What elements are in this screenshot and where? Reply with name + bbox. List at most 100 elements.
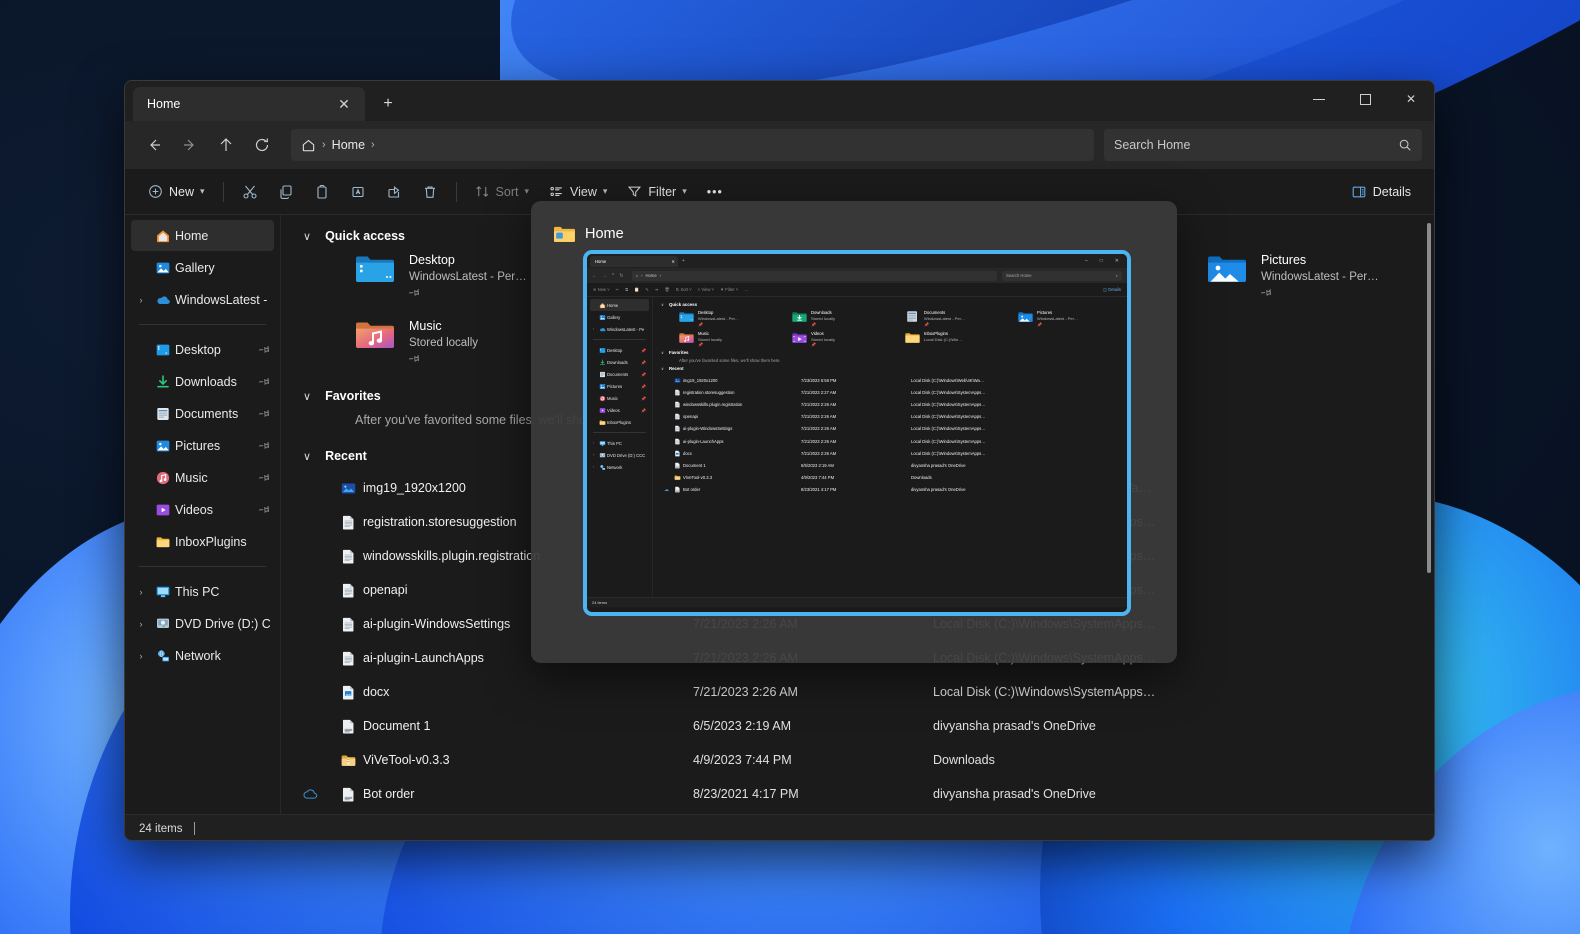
home-icon[interactable] (301, 138, 316, 153)
chevron-right-icon[interactable]: › (131, 587, 151, 597)
sidebar-item-this-pc[interactable]: › This PC (131, 576, 274, 607)
mini-recent-row: openapi 7/21/2023 2:26 AM Local Disk (C:)\… (653, 411, 1127, 423)
mini-sidebar-label: Home (607, 302, 619, 308)
breadcrumb-current[interactable]: Home (332, 138, 365, 152)
pin-icon[interactable] (257, 470, 272, 485)
back-icon[interactable] (137, 129, 171, 161)
mini-expander: › (592, 453, 595, 457)
sidebar-item-downloads[interactable]: Downloads (131, 366, 274, 397)
pin-icon[interactable] (1261, 285, 1274, 300)
up-icon[interactable] (209, 129, 243, 161)
mini-recent-name: ai-plugin-LaunchApps (683, 438, 724, 444)
switcher-thumbnail[interactable]: Home ✕ + – □ ✕ ← → ^ ↻ ⌂ › Home › Search… (583, 250, 1131, 616)
network-icon (151, 648, 175, 664)
mini-recent-date: 7/21/2023 2:27 AM (801, 389, 837, 395)
mini-body: Home Gallery › WindowsLatest - Pe Desktop 📌 Do… (587, 297, 1127, 597)
search-input[interactable]: Search Home (1104, 129, 1422, 161)
sidebar-item-windowslatest-pe[interactable]: › WindowsLatest - Pe (131, 284, 274, 315)
close-button[interactable]: ✕ (1388, 81, 1434, 117)
details-pane-button[interactable]: Details (1342, 176, 1420, 208)
filter-label: Filter (648, 184, 677, 199)
minimize-button[interactable] (1296, 81, 1342, 117)
pin-icon[interactable] (257, 374, 272, 389)
mini-qa-text: Downloads Stored locally 📌 (811, 310, 835, 327)
chevron-down-icon-fav[interactable]: ∨ (303, 390, 311, 403)
new-button[interactable]: New ▾ (139, 176, 214, 208)
chevron-down-icon-qa[interactable]: ∨ (303, 230, 311, 243)
delete-button[interactable] (413, 176, 447, 208)
recent-row[interactable]: docx 7/21/2023 2:26 AM Local Disk (C:)\Win… (281, 675, 1434, 709)
mini-recent-name: Document 1 (683, 462, 706, 468)
sidebar-item-label: Pictures (175, 438, 221, 453)
switcher-header: Home (531, 201, 1177, 257)
recent-name: Bot order (363, 787, 415, 801)
copy-button[interactable] (269, 176, 303, 208)
desktop-icon (597, 347, 607, 354)
chevron-down-icon-sort: ▾ (524, 186, 530, 196)
mini-quick-access-item: Downloads Stored locally 📌 (792, 310, 905, 327)
sidebar-item-label: Documents (175, 406, 239, 421)
sidebar-separator (139, 566, 266, 567)
mini-fav-header: ∨ Favorites (653, 347, 1127, 358)
paste-button[interactable] (305, 176, 339, 208)
chevron-down-icon-recent[interactable]: ∨ (303, 450, 311, 463)
mini-pin-icon: 📌 (698, 321, 703, 327)
close-icon[interactable]: ✕ (331, 92, 357, 116)
quick-access-item[interactable]: Pictures WindowsLatest - Per… (1207, 251, 1434, 303)
recent-row[interactable]: Document 1 6/5/2023 2:19 AM divyansha pras… (281, 709, 1434, 743)
tab-home[interactable]: Home ✕ (133, 87, 365, 121)
sidebar-item-gallery[interactable]: Gallery (131, 252, 274, 283)
mini-search-placeholder: Search Home (1006, 273, 1032, 278)
maximize-button[interactable] (1342, 81, 1388, 117)
pin-icon[interactable] (257, 342, 272, 357)
mini-pin-icon: 📌 (924, 321, 929, 327)
chevron-right-icon[interactable]: › (131, 651, 151, 661)
search-icon[interactable] (1398, 138, 1412, 152)
chevron-right-icon[interactable]: › (131, 619, 151, 629)
cut-button[interactable] (233, 176, 267, 208)
refresh-icon[interactable] (245, 129, 279, 161)
onedrive-icon (151, 292, 175, 308)
pin-icon[interactable] (257, 502, 272, 517)
share-button[interactable] (377, 176, 411, 208)
sidebar-item-videos[interactable]: Videos (131, 494, 274, 525)
plus-icon[interactable]: + (375, 92, 401, 116)
sidebar-item-documents[interactable]: Documents (131, 398, 274, 429)
sidebar-item-dvd-drive-d-ccc[interactable]: › DVD Drive (D:) CCC (131, 608, 274, 639)
breadcrumb-separator-2[interactable]: › (371, 139, 375, 151)
window-switcher-overlay[interactable]: Home Home ✕ + – □ ✕ ← → ^ ↻ ⌂ › Home › S… (531, 201, 1177, 663)
breadcrumb[interactable]: › Home › (291, 129, 1094, 161)
chevron-right-icon[interactable]: › (131, 295, 151, 305)
doc-icon (672, 462, 683, 469)
folder-icon (151, 534, 175, 550)
forward-icon[interactable] (173, 129, 207, 161)
mini-sidebar-item: › WindowsLatest - Pe (590, 323, 649, 335)
sidebar-item-desktop[interactable]: Desktop (131, 334, 274, 365)
vertical-scrollbar[interactable] (1427, 223, 1431, 573)
mini-sidebar-item: Downloads 📌 (590, 356, 649, 368)
sidebar-item-music[interactable]: Music (131, 462, 274, 493)
mini-sidebar-separator (593, 339, 646, 340)
quick-access-item-text: Desktop WindowsLatest - Per… (409, 251, 527, 303)
sort-button[interactable]: Sort ▾ (466, 176, 538, 208)
recent-row[interactable]: Bot order 8/23/2021 4:17 PM divyansha pras… (281, 777, 1434, 811)
recent-row[interactable]: ViVeTool-v0.3.3 4/9/2023 7:44 PM Downloads (281, 743, 1434, 777)
sidebar-item-network[interactable]: › Network (131, 640, 274, 671)
pin-icon[interactable] (257, 438, 272, 453)
pin-icon[interactable] (409, 351, 422, 366)
mini-quick-access-item: Documents WindowsLatest - Per… 📌 (905, 310, 1018, 327)
rename-button[interactable] (341, 176, 375, 208)
pin-icon[interactable] (257, 406, 272, 421)
music-icon (151, 470, 175, 486)
file-icon (672, 389, 683, 396)
sidebar-item-inboxplugins[interactable]: InboxPlugins (131, 526, 274, 557)
navigation-sidebar[interactable]: Home Gallery › WindowsLatest - Pe Desktop Dow… (125, 215, 281, 814)
mini-qa-sub: WindowsLatest - Per… (1037, 316, 1078, 321)
mini-expander: › (592, 327, 595, 331)
sidebar-item-pictures[interactable]: Pictures (131, 430, 274, 461)
quick-access-item-text: Music Stored locally (409, 317, 478, 369)
desktop-folder-icon (679, 310, 694, 323)
pin-icon[interactable] (409, 285, 422, 300)
mini-sidebar-item: › Network (590, 461, 649, 473)
sidebar-item-home[interactable]: Home (131, 220, 274, 251)
